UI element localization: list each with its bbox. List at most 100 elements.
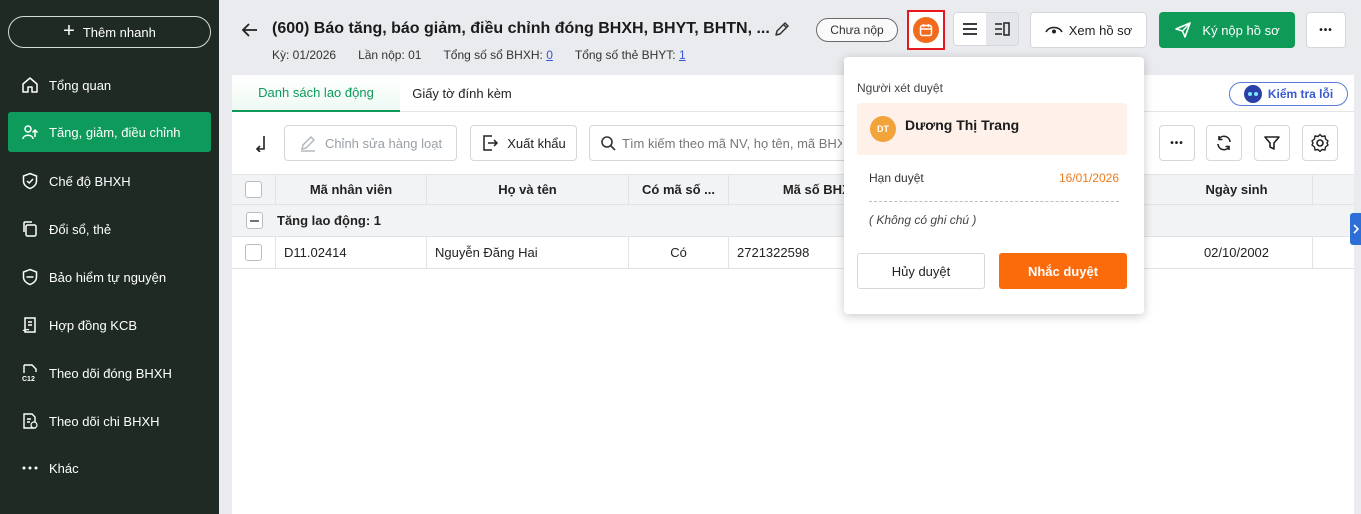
sidebar-item-track-payment[interactable]: C12 Theo dõi đóng BHXH — [8, 353, 211, 393]
document-dollar-icon — [20, 411, 40, 431]
reviewer-label: Người xét duyệt — [857, 81, 943, 95]
search-icon — [600, 135, 616, 151]
expand-panel-handle[interactable] — [1350, 213, 1361, 245]
calendar-icon — [913, 17, 939, 43]
quick-add-button[interactable]: + Thêm nhanh — [8, 16, 211, 48]
main-panel: Danh sách lao động Giấy tờ đính kèm Kiểm… — [232, 75, 1354, 514]
sign-submit-button[interactable]: Ký nộp hồ sơ — [1159, 12, 1295, 48]
svg-text:C12: C12 — [22, 376, 35, 383]
column-header[interactable]: Có mã số ... — [629, 175, 729, 204]
deadline-label: Hạn duyệt — [869, 171, 924, 185]
user-arrow-icon — [20, 122, 40, 142]
reviewer-card: DT Dương Thị Trang — [857, 103, 1127, 155]
header-more-button[interactable]: ••• — [1306, 12, 1346, 48]
tab-attachments[interactable]: Giấy tờ đính kèm — [400, 75, 524, 112]
split-view-icon[interactable] — [986, 13, 1018, 45]
document-c12-icon: C12 — [20, 363, 40, 383]
filter-icon — [1263, 134, 1281, 152]
bhxh-count: Tổng số sổ BHXH: 0 — [443, 48, 552, 62]
sidebar-item-bhxh-regime[interactable]: Chế độ BHXH — [8, 161, 211, 201]
search-input[interactable] — [622, 135, 842, 151]
back-arrow-icon[interactable] — [240, 20, 262, 42]
approval-popover: Người xét duyệt DT Dương Thị Trang Hạn d… — [844, 57, 1144, 314]
copy-icon — [20, 219, 40, 239]
export-button[interactable]: Xuất khẩu — [470, 125, 577, 161]
sidebar-item-increase-decrease[interactable]: Tăng, giảm, điều chỉnh — [8, 112, 211, 152]
contract-icon — [20, 315, 40, 335]
sign-submit-label: Ký nộp hồ sơ — [1202, 22, 1280, 38]
bhyt-count-link[interactable]: 1 — [679, 48, 686, 62]
bhyt-count: Tổng số thẻ BHYT: 1 — [575, 48, 686, 62]
column-header[interactable]: Họ và tên — [427, 175, 629, 204]
tab-employee-list[interactable]: Danh sách lao động — [232, 75, 400, 112]
reviewer-name: Dương Thị Trang — [905, 117, 1020, 133]
table-row[interactable]: D11.02414 Nguyễn Đăng Hai Có 2721322598 … — [232, 237, 1354, 269]
quick-add-label: Thêm nhanh — [82, 24, 156, 40]
check-error-label: Kiểm tra lỗi — [1267, 87, 1334, 101]
toolbar-more-button[interactable]: ••• — [1159, 125, 1195, 161]
sidebar-item-label: Tổng quan — [49, 77, 112, 93]
collapse-group-icon[interactable] — [245, 212, 263, 229]
select-all-checkbox[interactable] — [245, 181, 262, 198]
approval-button[interactable] — [907, 10, 945, 50]
send-icon — [1174, 21, 1192, 39]
view-profile-label: Xem hồ sơ — [1068, 22, 1133, 38]
sidebar-item-book-card[interactable]: Đổi sổ, thẻ — [8, 209, 211, 249]
sidebar-item-other[interactable]: Khác — [8, 448, 211, 488]
check-error-button[interactable]: Kiểm tra lỗi — [1229, 82, 1348, 106]
sidebar-item-voluntary-insurance[interactable]: Bảo hiểm tự nguyện — [8, 257, 211, 297]
employee-table: Mã nhân viên Họ và tên Có mã số ... Mã s… — [232, 174, 1354, 269]
sidebar-item-track-expense[interactable]: Theo dõi chi BHXH — [8, 401, 211, 441]
sidebar-item-label: Bảo hiểm tự nguyện — [49, 269, 167, 285]
row-checkbox-cell — [232, 237, 276, 268]
page-title: (600) Báo tăng, báo giảm, điều chỉnh đón… — [272, 20, 770, 37]
sidebar-item-kcb-contract[interactable]: Hợp đồng KCB — [8, 305, 211, 345]
sidebar-item-label: Theo dõi chi BHXH — [49, 413, 160, 429]
shield-check-icon — [20, 171, 40, 191]
plus-icon: + — [63, 20, 75, 42]
sort-arrow-icon[interactable] — [250, 125, 274, 161]
more-dots-icon — [20, 458, 40, 478]
gear-icon — [1310, 133, 1330, 153]
tab-bar: Danh sách lao động Giấy tờ đính kèm Kiểm… — [232, 75, 1354, 112]
export-icon — [481, 134, 499, 152]
sidebar: + Thêm nhanh Tổng quan Tăng, giảm, điều … — [0, 0, 219, 514]
view-toggle — [953, 12, 1019, 46]
settings-button[interactable] — [1302, 125, 1338, 161]
column-header[interactable]: Mã nhân viên — [276, 175, 427, 204]
robot-icon — [1243, 85, 1262, 103]
birth-date-cell: 02/10/2002 — [1161, 237, 1313, 268]
view-profile-button[interactable]: Xem hồ sơ — [1030, 12, 1147, 48]
sidebar-item-label: Tăng, giảm, điều chỉnh — [49, 124, 181, 140]
group-row: Tăng lao động: 1 — [232, 205, 1354, 237]
sidebar-item-label: Hợp đồng KCB — [49, 317, 138, 333]
filter-button[interactable] — [1254, 125, 1290, 161]
bulk-edit-button[interactable]: Chỉnh sửa hàng loạt — [284, 125, 457, 161]
bulk-edit-label: Chỉnh sửa hàng loạt — [324, 135, 443, 151]
bhxh-count-link[interactable]: 0 — [546, 48, 553, 62]
has-code-cell: Có — [629, 237, 729, 268]
search-box — [589, 125, 849, 161]
remind-approval-button[interactable]: Nhắc duyệt — [999, 253, 1127, 289]
cancel-approval-button[interactable]: Hủy duyệt — [857, 253, 985, 289]
row-checkbox[interactable] — [245, 244, 262, 261]
collapse-cell — [232, 205, 276, 236]
list-view-icon[interactable] — [954, 13, 986, 45]
group-label: Tăng lao động: 1 — [277, 213, 381, 228]
bhxh-count-label: Tổng số sổ BHXH: — [443, 48, 543, 62]
declaration-meta: Kỳ: 01/2026 Lần nộp: 01 Tổng số sổ BHXH:… — [272, 48, 686, 62]
sidebar-item-label: Khác — [49, 460, 79, 476]
eye-icon — [1045, 24, 1063, 36]
divider — [869, 201, 1119, 202]
refresh-button[interactable] — [1206, 125, 1242, 161]
table-header: Mã nhân viên Họ và tên Có mã số ... Mã s… — [232, 174, 1354, 205]
sidebar-item-label: Đổi sổ, thẻ — [49, 221, 112, 237]
employee-id-cell: D11.02414 — [276, 237, 427, 268]
column-header[interactable]: Ngày sinh — [1161, 175, 1313, 204]
full-name-cell: Nguyễn Đăng Hai — [427, 237, 629, 268]
sidebar-item-overview[interactable]: Tổng quan — [8, 65, 211, 105]
export-label: Xuất khẩu — [507, 135, 566, 151]
bhyt-count-label: Tổng số thẻ BHYT: — [574, 48, 676, 62]
sidebar-item-label: Chế độ BHXH — [49, 173, 131, 189]
pencil-icon[interactable] — [773, 20, 793, 40]
